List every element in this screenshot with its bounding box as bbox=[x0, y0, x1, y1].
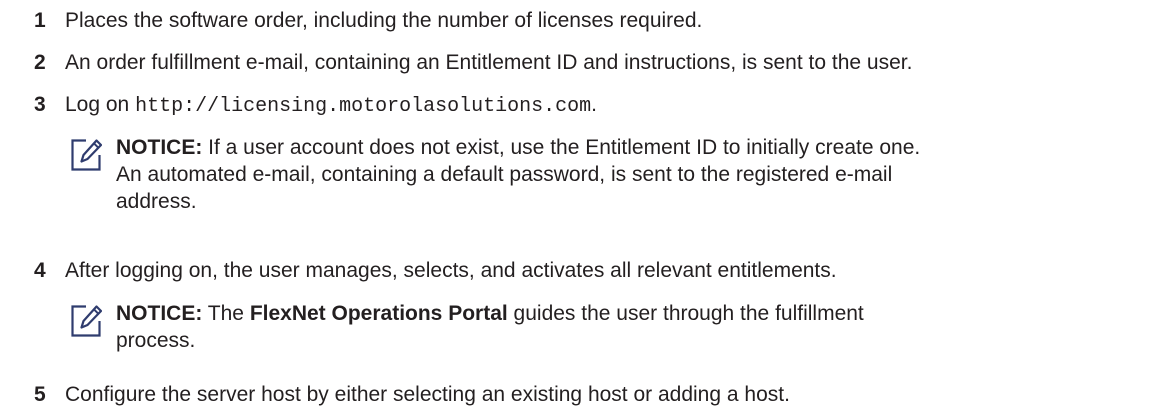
step-text: Log on bbox=[65, 93, 136, 116]
step-4: 4 After logging on, the user manages, sel… bbox=[34, 257, 837, 284]
notice-text: NOTICE: The FlexNet Operations Portal gu… bbox=[116, 300, 864, 354]
notice-line: An automated e-mail, containing a defaul… bbox=[116, 163, 893, 186]
step-text: Configure the server host by either sele… bbox=[65, 383, 790, 406]
flexnet-portal-term: FlexNet Operations Portal bbox=[249, 302, 508, 325]
notice-text-after: guides the user through the fulfillment bbox=[507, 302, 864, 325]
step-5: 5 Configure the server host by either sel… bbox=[34, 381, 790, 408]
step-number: 5 bbox=[34, 383, 46, 406]
step-number: 1 bbox=[34, 9, 46, 32]
notice-label: NOTICE: bbox=[116, 136, 203, 159]
step-text: After logging on, the user manages, sele… bbox=[65, 259, 837, 282]
step-text-end: . bbox=[591, 93, 597, 116]
step-number: 2 bbox=[34, 51, 46, 74]
notice-line: process. bbox=[116, 329, 196, 352]
pencil-note-icon bbox=[71, 139, 102, 171]
notice-label: NOTICE: bbox=[116, 302, 203, 325]
step-text: Places the software order, including the… bbox=[65, 9, 703, 32]
step-2: 2 An order fulfillment e-mail, containing… bbox=[34, 49, 912, 76]
licensing-url[interactable]: http://licensing.motorolasolutions.com bbox=[135, 95, 591, 118]
notice-text-before: The bbox=[202, 302, 250, 325]
step-3: 3 Log on http://licensing.motorolasolutio… bbox=[34, 91, 597, 120]
step-number: 4 bbox=[34, 259, 46, 282]
notice-line: If a user account does not exist, use th… bbox=[202, 136, 921, 159]
notice-text: NOTICE: If a user account does not exist… bbox=[116, 134, 920, 215]
notice-line: address. bbox=[116, 190, 197, 213]
pencil-note-icon bbox=[71, 305, 102, 337]
step-1: 1 Places the software order, including th… bbox=[34, 7, 702, 34]
step-number: 3 bbox=[34, 93, 46, 116]
step-text: An order fulfillment e-mail, containing … bbox=[65, 51, 913, 74]
